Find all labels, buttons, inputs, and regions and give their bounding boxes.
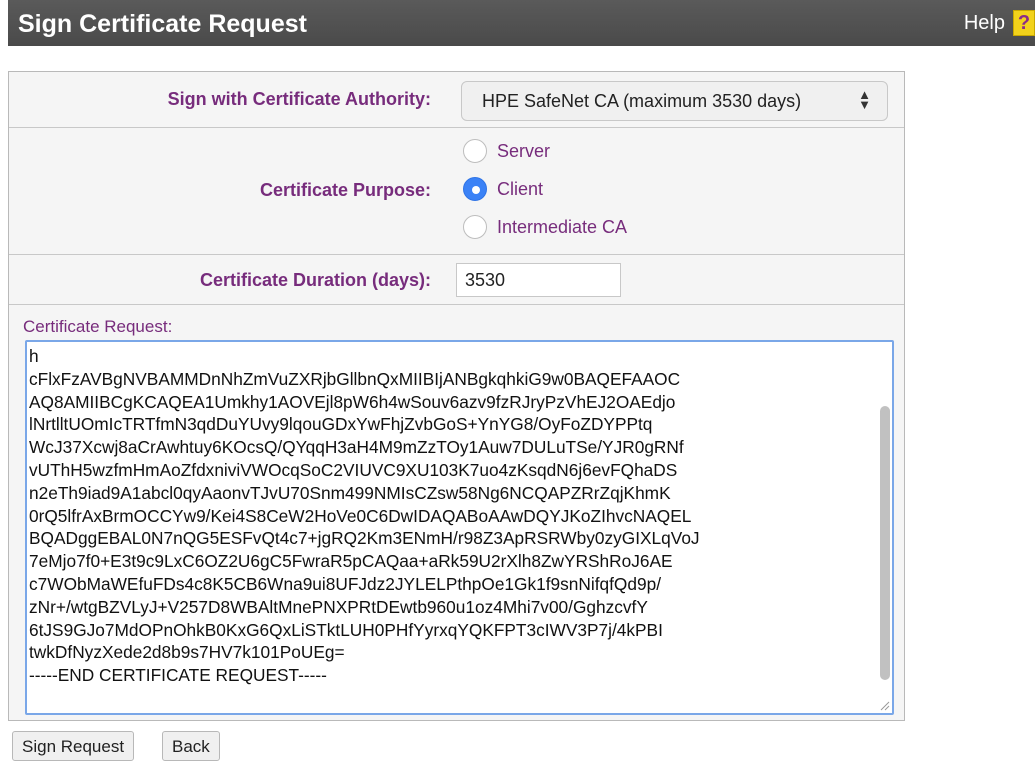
resize-grip-icon[interactable] xyxy=(878,699,890,711)
ca-select-value: HPE SafeNet CA (maximum 3530 days) xyxy=(482,91,802,111)
sign-request-form: Sign with Certificate Authority: HPE Saf… xyxy=(8,71,905,721)
radio-label-server[interactable]: Server xyxy=(497,141,550,162)
back-button[interactable]: Back xyxy=(162,731,220,761)
certificate-request-label: Certificate Request: xyxy=(23,317,173,336)
certificate-request-textarea[interactable]: h cFlxFzAVBgNVBAMMDnNhZmVuZXRjbGllbnQxMI… xyxy=(25,340,894,715)
radio-button-intermediate-ca[interactable] xyxy=(463,215,487,239)
textarea-scrollbar[interactable] xyxy=(876,344,890,697)
purpose-row: Certificate Purpose: Server Client Inter… xyxy=(9,127,904,255)
sign-request-button[interactable]: Sign Request xyxy=(12,731,135,761)
ca-row: Sign with Certificate Authority: HPE Saf… xyxy=(9,72,904,128)
radio-button-server[interactable] xyxy=(463,139,487,163)
help-icon[interactable]: ? xyxy=(1013,10,1035,36)
scrollbar-thumb[interactable] xyxy=(880,406,890,680)
page-title: Sign Certificate Request xyxy=(18,10,307,38)
radio-label-client[interactable]: Client xyxy=(497,179,543,200)
duration-label: Certificate Duration (days): xyxy=(199,270,431,290)
radio-label-intermediate-ca[interactable]: Intermediate CA xyxy=(497,217,627,238)
ca-label: Sign with Certificate Authority: xyxy=(167,89,431,109)
radio-option-client[interactable]: Client xyxy=(463,177,543,201)
purpose-label: Certificate Purpose: xyxy=(259,180,431,200)
help-area[interactable]: Help ? xyxy=(964,10,1035,36)
radio-option-server[interactable]: Server xyxy=(463,139,550,163)
updown-arrows-icon: ▲ ▼ xyxy=(858,87,871,112)
radio-button-client[interactable] xyxy=(463,177,487,201)
duration-row: Certificate Duration (days): xyxy=(9,254,904,305)
duration-input[interactable] xyxy=(456,263,621,297)
help-link[interactable]: Help xyxy=(964,12,1005,35)
page-header: Sign Certificate Request Help ? xyxy=(8,0,1035,46)
radio-option-intermediate-ca[interactable]: Intermediate CA xyxy=(463,215,627,239)
certificate-request-text[interactable]: h cFlxFzAVBgNVBAMMDnNhZmVuZXRjbGllbnQxMI… xyxy=(29,345,700,687)
ca-select[interactable]: HPE SafeNet CA (maximum 3530 days) ▲ ▼ xyxy=(461,81,888,121)
